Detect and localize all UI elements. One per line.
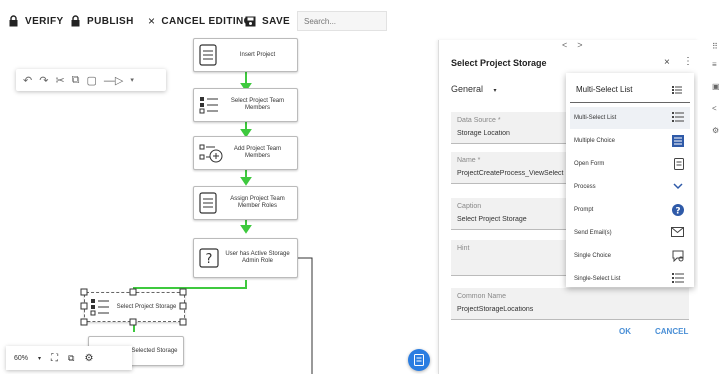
node-label: Assign Project Team Member Roles <box>230 196 285 209</box>
dropdown-option[interactable]: Process <box>570 176 690 198</box>
edit-fab-button[interactable] <box>408 349 430 371</box>
close-icon[interactable]: × <box>664 57 670 68</box>
option-label: Single-Select List <box>574 276 621 282</box>
save-icon <box>245 16 256 26</box>
verify-button[interactable]: VERIFY <box>8 14 64 28</box>
grid-icon[interactable]: ⠿ <box>712 42 718 51</box>
node-insert-project[interactable]: Insert Project <box>193 38 298 72</box>
option-label: Multi-Select List <box>574 115 617 121</box>
image-icon[interactable]: ▣ <box>712 82 720 91</box>
section-select-value: General <box>451 84 484 94</box>
zoom-controls: 60% ▾ ⛶ ⧉ ⚙ <box>6 346 132 370</box>
process-canvas[interactable]: ↶ ↷ ✂ ⧉ ▢ —▷ ▾ Insert Project Select Pro… <box>0 38 438 374</box>
section-select[interactable]: General ▾ <box>451 84 497 94</box>
list-icon[interactable]: ≡ <box>712 60 717 69</box>
type-dropdown: Multi-Select List Multi-Select List Mult… <box>566 73 694 287</box>
zoom-level[interactable]: 60% <box>14 355 28 362</box>
field-label: Caption <box>457 203 482 210</box>
ok-button[interactable]: OK <box>619 327 631 336</box>
cancel-editing-label: CANCEL EDITING <box>161 15 252 27</box>
checklist-icon <box>199 97 218 114</box>
form-icon <box>674 158 684 170</box>
add-list-icon <box>199 144 223 163</box>
code-icon[interactable]: < <box>712 104 717 113</box>
field-value: ProjectStorageLocations <box>457 306 534 313</box>
email-icon <box>671 227 684 237</box>
list-icon <box>672 273 684 283</box>
option-label: Single Choice <box>574 253 612 259</box>
option-label: Multiple Choice <box>574 138 616 144</box>
dropdown-option[interactable]: Send Email(s) <box>570 222 690 244</box>
document-icon <box>199 192 217 214</box>
gear-icon[interactable]: ⚙ <box>84 353 93 364</box>
node-active-storage-question[interactable]: ? User has Active Storage Admin Role <box>193 238 298 278</box>
node-label: Insert Project <box>239 51 276 58</box>
chevron-down-icon: ▾ <box>493 88 497 94</box>
dropdown-input-value: Multi-Select List <box>576 85 633 94</box>
cancel-button[interactable]: CANCEL <box>655 327 688 336</box>
search-input[interactable] <box>297 11 387 31</box>
panel-title: Select Project Storage <box>451 58 547 68</box>
panel-navigation: <> <box>562 40 593 50</box>
chat-choice-icon <box>672 250 684 262</box>
field-label: Name * <box>457 157 481 164</box>
help-circle-icon: ? <box>672 204 684 216</box>
option-label: Send Email(s) <box>574 230 612 236</box>
option-label: Process <box>574 184 596 190</box>
node-label: Select Project Team Members <box>230 98 285 111</box>
dropdown-option[interactable]: Multiple Choice <box>570 130 690 152</box>
field-label: Data Source * <box>457 117 501 124</box>
document-edit-icon <box>414 354 424 366</box>
right-rail: ⠿ ≡ ▣ < ⚙ <box>698 40 721 374</box>
option-label: Open Form <box>574 161 605 167</box>
node-label: Add Project Team Members <box>233 146 282 159</box>
close-icon: × <box>148 14 156 28</box>
node-select-team-members[interactable]: Select Project Team Members <box>193 88 298 122</box>
lock-icon <box>71 15 80 27</box>
cancel-editing-button[interactable]: × CANCEL EDITING <box>148 14 252 28</box>
next-icon[interactable]: > <box>577 40 592 50</box>
field-label: Common Name <box>457 293 507 300</box>
dropdown-option[interactable]: Open Form <box>570 153 690 175</box>
node-label: n Selected Storage <box>126 347 178 354</box>
node-add-team-members[interactable]: Add Project Team Members <box>193 136 298 170</box>
list-icon <box>672 112 684 122</box>
dropdown-search-input[interactable]: Multi-Select List <box>570 77 690 103</box>
node-assign-roles[interactable]: Assign Project Team Member Roles <box>193 186 298 220</box>
svg-text:?: ? <box>206 252 213 267</box>
save-button[interactable]: SAVE <box>245 14 290 28</box>
verify-label: VERIFY <box>25 15 64 27</box>
top-toolbar: VERIFY PUBLISH × CANCEL EDITING SAVE <box>0 0 721 40</box>
publish-button[interactable]: PUBLISH <box>70 14 134 28</box>
chevron-down-icon <box>673 183 683 190</box>
copy-icon[interactable]: ⧉ <box>68 353 74 364</box>
chevron-down-icon[interactable]: ▾ <box>38 355 41 362</box>
gear-icon[interactable]: ⚙ <box>712 126 719 135</box>
dropdown-option[interactable]: Single-Select List <box>570 268 690 290</box>
fit-screen-icon[interactable]: ⛶ <box>51 353 58 364</box>
document-icon <box>199 44 217 66</box>
dropdown-option[interactable]: Single Choice <box>570 245 690 267</box>
save-label: SAVE <box>262 15 291 27</box>
dropdown-option[interactable]: Multi-Select List <box>570 107 690 129</box>
more-vert-icon[interactable]: ⋮ <box>683 56 693 67</box>
lock-icon <box>9 15 18 27</box>
svg-text:?: ? <box>675 207 680 217</box>
field-label: Hint <box>457 245 470 252</box>
question-icon: ? <box>199 248 219 268</box>
publish-label: PUBLISH <box>87 15 134 27</box>
multiple-choice-icon <box>672 135 684 147</box>
node-label: User has Active Storage Admin Role <box>225 251 290 264</box>
common-name-field[interactable]: Common Name ProjectStorageLocations <box>451 288 689 320</box>
list-icon <box>672 86 682 94</box>
prev-icon[interactable]: < <box>562 40 577 50</box>
option-label: Prompt <box>574 207 594 213</box>
dropdown-option[interactable]: Prompt ? <box>570 199 690 221</box>
selection-handles[interactable] <box>80 288 190 328</box>
